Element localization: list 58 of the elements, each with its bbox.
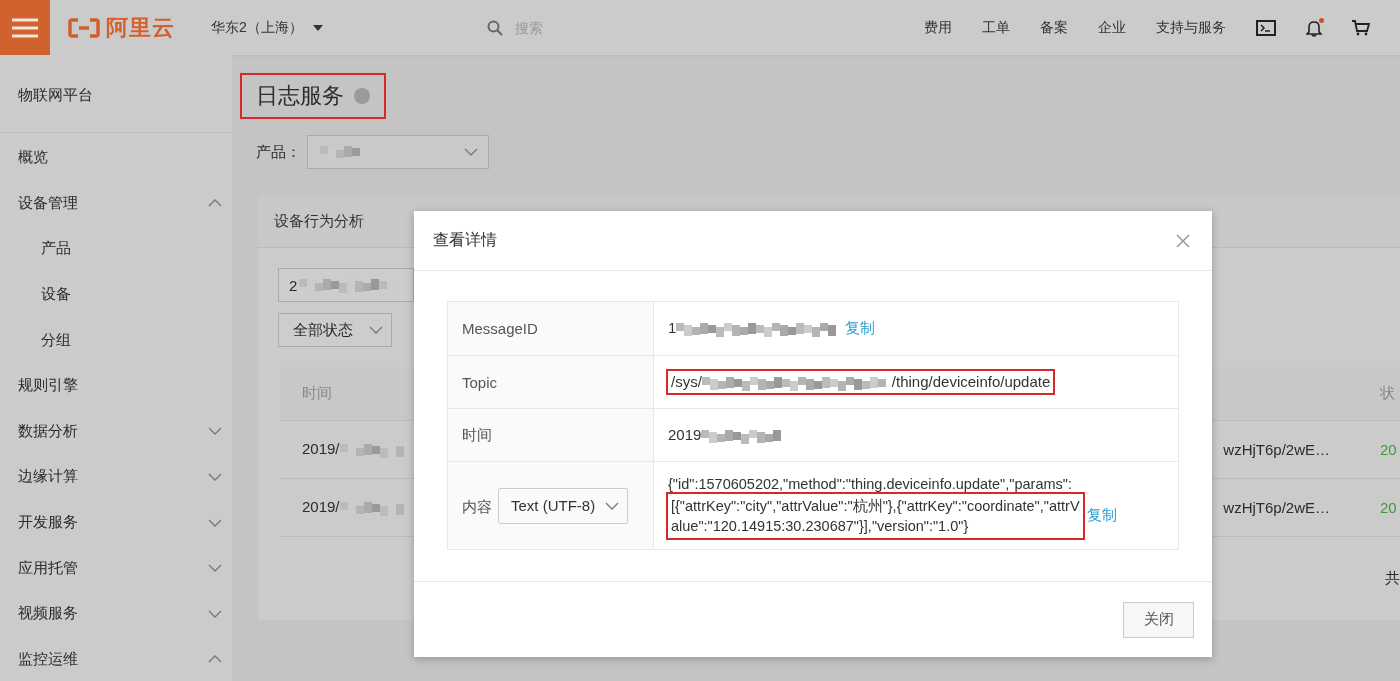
chevron-down-icon (208, 427, 222, 436)
filter-field[interactable]: 2 (278, 268, 414, 302)
terminal-icon[interactable] (1256, 19, 1276, 36)
close-button[interactable]: 关闭 (1123, 601, 1194, 638)
nav-link[interactable]: 备案 (1040, 18, 1068, 37)
help-icon[interactable] (354, 88, 370, 104)
bell-icon[interactable] (1306, 18, 1322, 37)
sidebar-item[interactable]: 边缘计算 (0, 454, 232, 500)
sidebar-item[interactable]: 开发服务 (0, 499, 232, 546)
nav-link[interactable]: 支持与服务 (1156, 18, 1226, 37)
nav-link[interactable]: 工单 (982, 18, 1010, 37)
nav-link[interactable]: 企业 (1098, 18, 1126, 37)
sidebar-item[interactable]: 概览 (0, 135, 232, 181)
sidebar-item[interactable]: 应用托管 (0, 545, 232, 591)
chevron-down-icon (208, 518, 222, 527)
chevron-down-icon (208, 564, 222, 573)
pagination-text: 共 (1385, 568, 1400, 586)
field-label: 内容 (462, 497, 492, 514)
status-select[interactable]: 全部状态 (278, 313, 392, 347)
chevron-down-icon (208, 609, 222, 618)
chevron-up-icon (208, 199, 222, 208)
field-value: 2019 (668, 426, 782, 443)
tab[interactable]: 设备行为分析 (274, 211, 364, 231)
field-value: 1 (668, 319, 837, 336)
region-selector[interactable]: 华东2（上海） (211, 18, 303, 37)
search-icon (486, 19, 503, 36)
modal-title: 查看详情 (433, 230, 497, 250)
sidebar-subitem[interactable]: 产品 (0, 226, 232, 272)
chevron-down-icon (464, 148, 478, 156)
cart-icon[interactable] (1352, 19, 1370, 36)
table-cell: 20 (1358, 420, 1400, 478)
product-label: 产品： (256, 142, 301, 162)
nav-link[interactable]: 费用 (924, 18, 952, 37)
chevron-down-icon (605, 501, 620, 510)
sidebar-subitem[interactable]: 分组 (0, 317, 232, 363)
chevron-up-icon (208, 655, 222, 664)
chevron-down-icon (369, 326, 383, 334)
pixelated-redaction (320, 144, 360, 160)
bracket-logo-icon (68, 17, 100, 38)
chevron-down-icon (208, 472, 222, 481)
sidebar-item[interactable]: 视频服务 (0, 590, 232, 637)
logo-text: 阿里云 (106, 13, 175, 42)
sidebar-item[interactable]: 设备管理 (0, 180, 232, 227)
menu-icon (12, 17, 38, 38)
menu-button[interactable] (0, 0, 50, 55)
table-cell: 20 (1358, 478, 1400, 536)
sidebar-item[interactable]: 监控运维 (0, 636, 232, 681)
close-icon[interactable] (1176, 233, 1190, 248)
page-title: 日志服务 (256, 82, 344, 110)
field-label: 时间 (447, 408, 654, 462)
sidebar-subitem[interactable]: 设备 (0, 271, 232, 318)
sidebar-title: 物联网平台 (0, 55, 232, 133)
sidebar-item[interactable]: 规则引擎 (0, 362, 232, 409)
field-label: Topic (447, 355, 654, 409)
field-label: MessageID (447, 301, 654, 356)
sidebar-item[interactable]: 数据分析 (0, 408, 232, 455)
format-select[interactable]: Text (UTF-8) (498, 487, 629, 524)
caret-icon (312, 24, 323, 31)
